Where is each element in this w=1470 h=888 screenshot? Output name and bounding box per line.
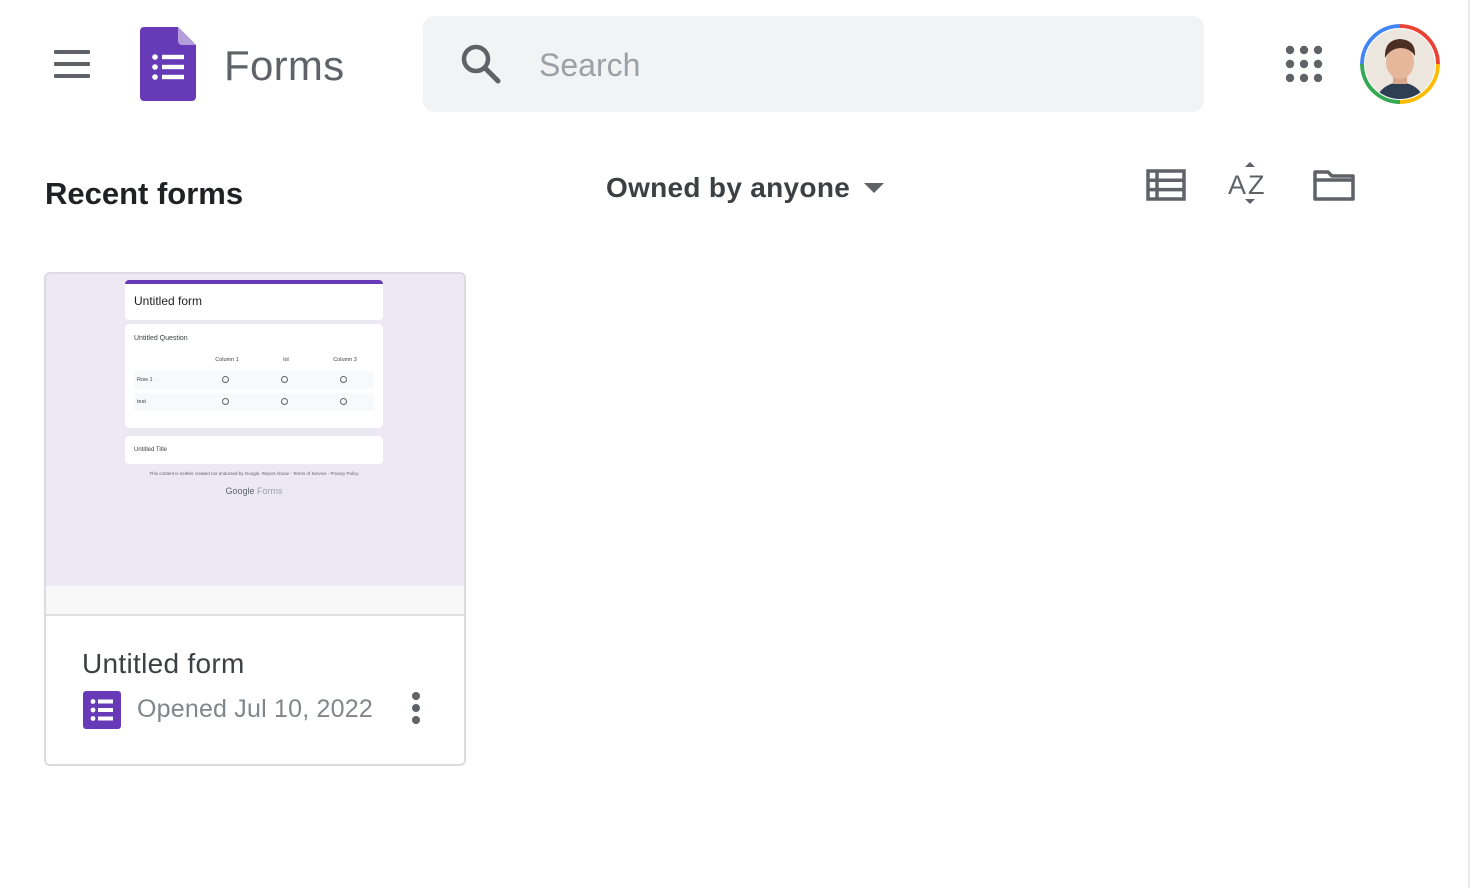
form-opened-date: Opened Jul 10, 2022 — [137, 695, 373, 723]
forms-file-icon — [83, 691, 121, 729]
radio-icon — [222, 376, 229, 383]
sort-az-icon[interactable]: A Z — [1225, 162, 1273, 210]
radio-icon — [281, 398, 288, 405]
form-title[interactable]: Untitled form — [82, 648, 245, 680]
section-title: Recent forms — [45, 176, 244, 211]
thumbnail-column: Column 3 — [333, 357, 357, 363]
thumbnail-bottom-strip — [46, 586, 464, 614]
form-card[interactable]: Untitled form Untitled Question Column 1… — [44, 272, 466, 766]
list-view-icon[interactable] — [1142, 162, 1190, 210]
thumbnail-form-title: Untitled form — [134, 294, 203, 308]
thumbnail-section: Untitled Title — [125, 436, 383, 464]
thumbnail-footer: This content is neither created nor endo… — [149, 471, 359, 476]
owner-filter-label: Owned by anyone — [606, 172, 851, 203]
search-icon[interactable] — [459, 42, 503, 86]
thumbnail-brand: Google Forms — [125, 486, 383, 496]
caret-down-icon — [864, 183, 885, 193]
apps-grid-icon[interactable] — [1280, 40, 1328, 88]
thumbnail-question-title: Untitled Question — [134, 335, 188, 342]
radio-icon — [222, 398, 229, 405]
thumbnail-header: Untitled form — [125, 280, 383, 320]
thumbnail-brand-forms: Forms — [257, 486, 283, 496]
folder-icon[interactable] — [1310, 162, 1358, 210]
search-input[interactable] — [537, 40, 1161, 90]
thumbnail-row: Row 1 — [134, 371, 374, 389]
app-name[interactable]: Forms — [224, 42, 345, 90]
thumbnail-question: Untitled Question Column 1 lol Column 3 … — [125, 324, 383, 428]
svg-text:Z: Z — [1248, 170, 1265, 200]
owner-filter-dropdown[interactable]: Owned by anyone — [606, 168, 885, 208]
thumbnail-brand-google: Google — [225, 486, 255, 496]
thumbnail-section-title: Untitled Title — [134, 447, 168, 453]
user-avatar[interactable] — [1360, 24, 1440, 104]
more-options-icon[interactable] — [400, 688, 432, 728]
thumbnail-row-label: test — [137, 399, 146, 405]
hamburger-menu-icon — [54, 50, 90, 54]
radio-icon — [340, 398, 347, 405]
main-menu-button[interactable] — [48, 46, 96, 86]
thumbnail-column: Column 1 — [215, 357, 239, 363]
thumbnail-column: lol — [283, 357, 289, 363]
form-thumbnail: Untitled form Untitled Question Column 1… — [46, 274, 464, 616]
radio-icon — [340, 376, 347, 383]
forms-logo[interactable] — [140, 27, 196, 101]
radio-icon — [281, 376, 288, 383]
thumbnail-row-label: Row 1 — [137, 377, 153, 383]
search-bar[interactable] — [423, 16, 1204, 112]
svg-text:A: A — [1228, 170, 1246, 200]
thumbnail-row: test — [134, 393, 374, 411]
